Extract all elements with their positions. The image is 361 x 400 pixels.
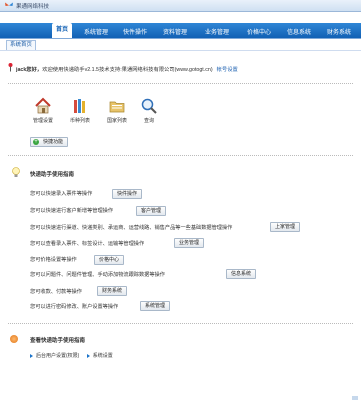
price-center-button[interactable]: 价格中心 xyxy=(94,255,125,265)
welcome-text: 欢迎使用快递助手v2.1.5技术支持:果通网络科技有限公司(www.gotogt… xyxy=(42,67,213,73)
quick-search[interactable] xyxy=(139,97,159,115)
menu-info-system[interactable]: 信息系统 xyxy=(287,27,311,36)
plus-icon: + xyxy=(33,139,39,145)
system-management-button[interactable]: 系统管理 xyxy=(140,301,171,311)
view-guide-title: 查看快递助手使用指南 xyxy=(30,338,86,344)
triangle-right-icon xyxy=(30,353,33,358)
quick-country-list[interactable] xyxy=(107,97,127,115)
guide-title: 快递助手使用指南 xyxy=(30,172,75,178)
guide-line: 您可以进行密码修改、账户设置等操作 xyxy=(30,304,119,310)
folder-icon xyxy=(109,101,125,113)
menu-data-management[interactable]: 资料管理 xyxy=(163,27,187,36)
package-operation-button[interactable]: 快件操作 xyxy=(112,189,143,199)
finance-system-button[interactable]: 财务系统 xyxy=(97,286,128,296)
quick-manage-settings[interactable] xyxy=(33,97,53,115)
quick-label: 查询 xyxy=(143,118,154,124)
menu-finance-system[interactable]: 财务系统 xyxy=(327,27,351,36)
butterfly-logo-icon xyxy=(5,2,13,9)
title-bar: 果通网络科技 xyxy=(0,0,361,12)
quick-label: 国家列表 xyxy=(106,118,127,124)
house-icon xyxy=(35,97,51,114)
business-management-button[interactable]: 业务管理 xyxy=(174,238,205,248)
books-icon xyxy=(74,99,85,113)
tab-system-home[interactable]: 系统首页 xyxy=(6,40,37,50)
main-menu: 首页 系统管理 快件操作 资料管理 业务管理 价格中心 信息系统 财务系统 xyxy=(0,23,361,38)
guide-line: 您可收款、付款等操作 xyxy=(30,289,82,295)
divider xyxy=(8,323,353,324)
guide-line: 您可以问题件、问题件管理、手动添加物流跟踪数据等操作 xyxy=(30,272,165,278)
welcome-message: jack您好，欢迎使用快递助手v2.1.5技术支持:果通网络科技有限公司(www… xyxy=(16,65,238,73)
account-settings-link[interactable]: 帐号设置 xyxy=(217,67,238,73)
welcome-user: jack您好， xyxy=(16,67,43,73)
view-guide-links: 后台用户设置(权限) 系统设置 xyxy=(30,352,113,359)
quick-label: 管理设置 xyxy=(32,118,53,124)
divider xyxy=(8,83,353,84)
system-settings-link[interactable]: 系统设置 xyxy=(93,353,113,359)
pin-icon xyxy=(8,63,13,72)
lightbulb-icon xyxy=(12,167,20,177)
guide-line: 您可以快速进行渠道、快递类别、承运商、运营线路、销售产品等一些基础数据管理操作 xyxy=(30,225,233,231)
guide-line: 您可以快速录入票件等操作 xyxy=(30,191,93,197)
menu-home[interactable]: 首页 xyxy=(52,23,73,38)
orange-dot-icon xyxy=(10,335,18,343)
menu-business-management[interactable]: 业务管理 xyxy=(205,27,229,36)
upstream-management-button[interactable]: 上家管理 xyxy=(270,222,301,232)
quick-label: 币种列表 xyxy=(69,118,90,124)
magnifier-icon xyxy=(141,98,157,114)
menu-system-management[interactable]: 系统管理 xyxy=(84,27,108,36)
menu-divider xyxy=(0,38,361,39)
guide-line: 您可价格设置等操作 xyxy=(30,257,77,263)
tab-divider xyxy=(0,50,361,51)
customer-management-button[interactable]: 客户管理 xyxy=(136,206,167,216)
menu-package-operation[interactable]: 快件操作 xyxy=(123,27,147,36)
menu-price-center[interactable]: 价格中心 xyxy=(247,27,271,36)
quick-currency-list[interactable] xyxy=(70,97,90,115)
triangle-right-icon xyxy=(86,353,90,358)
user-permissions-link[interactable]: 后台用户设置(权限) xyxy=(36,353,79,359)
divider xyxy=(8,155,353,156)
info-system-button[interactable]: 信息系统 xyxy=(226,269,257,279)
guide-line: 您可以查看录入票件、标签设计、运输等管理操作 xyxy=(30,241,145,247)
app-title: 果通网络科技 xyxy=(16,4,50,10)
scrollbar[interactable] xyxy=(352,396,358,400)
quick-functions-button[interactable]: + 快捷功能 xyxy=(30,137,69,147)
guide-line: 您可以快速进行客户新增等管理操作 xyxy=(30,208,114,214)
